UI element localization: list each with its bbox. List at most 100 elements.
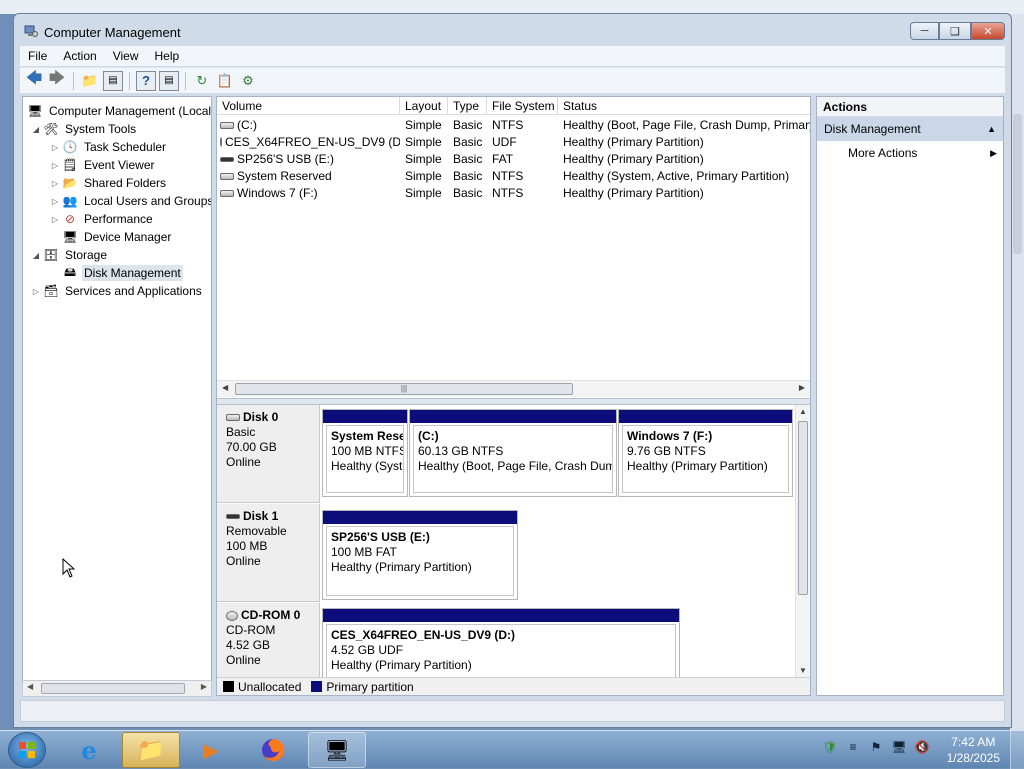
column-header-volume[interactable]: Volume	[217, 97, 400, 115]
scroll-left-icon[interactable]: ◀	[27, 682, 33, 691]
volume-status: Healthy (Primary Partition)	[563, 186, 704, 200]
help-button[interactable]: ?	[136, 70, 156, 91]
partition[interactable]: CES_X64FREO_EN-US_DV9 (D:) 4.52 GB UDF H…	[322, 608, 680, 677]
more-actions-item[interactable]: More Actions ▶	[817, 141, 1003, 165]
tree-item-disk-management[interactable]: 🖴 Disk Management	[60, 264, 183, 282]
tree-item-performance[interactable]: ▷ ⊘ Performance	[50, 210, 155, 228]
tree-item-task-scheduler[interactable]: ▷ 🕓 Task Scheduler	[50, 138, 168, 156]
menu-action[interactable]: Action	[55, 49, 104, 63]
hard-drive-icon	[220, 189, 234, 197]
volume-list-horizontal-scrollbar[interactable]: ◀ ||| ▶	[217, 380, 810, 397]
volume-muted-icon[interactable]: 🔇	[914, 739, 930, 755]
volume-layout: Simple	[405, 118, 442, 132]
tree-horizontal-scrollbar[interactable]: ◀ ▶	[22, 680, 212, 697]
forward-button[interactable]: 🡆	[47, 70, 67, 91]
partition-detail: 4.52 GB UDF	[331, 643, 404, 657]
storage-icon: 🗄	[43, 248, 59, 262]
tree-item-device-manager[interactable]: 🖥 Device Manager	[60, 228, 173, 246]
volume-row[interactable]: Windows 7 (F:) Simple Basic NTFS Healthy…	[217, 185, 810, 202]
column-header-layout[interactable]: Layout	[400, 97, 448, 115]
tree-item-computer-management[interactable]: 🖥 Computer Management (Local	[25, 102, 211, 120]
scroll-right-icon[interactable]: ▶	[799, 383, 805, 392]
collapsed-arrow-icon[interactable]: ▷	[50, 215, 60, 224]
volume-row[interactable]: System Reserved Simple Basic NTFS Health…	[217, 168, 810, 185]
disk-info[interactable]: Disk 0 Basic 70.00 GB Online	[217, 405, 320, 503]
pane-splitter[interactable]	[217, 398, 810, 405]
network-icon[interactable]: 🖥	[891, 739, 907, 755]
close-button[interactable]: ✕	[971, 22, 1005, 40]
menu-view[interactable]: View	[105, 49, 147, 63]
scroll-down-icon[interactable]: ▼	[799, 666, 807, 675]
volume-row[interactable]: SP256'S USB (E:) Simple Basic FAT Health…	[217, 151, 810, 168]
expanded-arrow-icon[interactable]: ◢	[31, 251, 41, 260]
actions-section-disk-management[interactable]: Disk Management ▲	[817, 117, 1003, 141]
security-icon[interactable]: 🛡	[822, 739, 838, 755]
column-header-file-system[interactable]: File System	[487, 97, 558, 115]
legend-unallocated: Unallocated	[223, 680, 301, 694]
taskbar-firefox[interactable]	[244, 732, 302, 768]
volume-row[interactable]: (C:) Simple Basic NTFS Healthy (Boot, Pa…	[217, 117, 810, 134]
tree-item-services-applications[interactable]: ▷ 🗃 Services and Applications	[31, 282, 204, 300]
maximize-button[interactable]: ❑	[939, 22, 971, 40]
volume-status: Healthy (Primary Partition)	[563, 135, 704, 149]
taskbar-computer-management[interactable]: 🖥	[308, 732, 366, 768]
tree-item-label: Local Users and Groups	[84, 194, 212, 208]
taskbar-internet-explorer[interactable]: e	[60, 732, 118, 768]
start-button[interactable]	[8, 732, 46, 768]
disk-settings-button[interactable]: ⚙	[238, 71, 258, 91]
collapsed-arrow-icon[interactable]: ▷	[50, 197, 60, 206]
disk-info[interactable]: Disk 1 Removable 100 MB Online	[217, 504, 320, 602]
taskbar-media-player[interactable]: ▶	[182, 732, 240, 768]
show-hide-action-pane-button[interactable]: ▤	[159, 70, 179, 91]
tree-item-label: Disk Management	[82, 265, 183, 281]
tree-item-system-tools[interactable]: ◢ 🛠 System Tools	[31, 120, 138, 138]
scroll-thumb[interactable]: |||	[235, 383, 573, 395]
column-header-type[interactable]: Type	[448, 97, 487, 115]
action-center-flag-icon[interactable]: ⚑	[868, 739, 884, 755]
volume-name: CES_X64FREO_EN-US_DV9 (D:)	[225, 135, 400, 149]
show-hide-tree-button[interactable]: ▤	[103, 70, 123, 91]
back-button[interactable]: 🡄	[24, 70, 44, 91]
tree-item-event-viewer[interactable]: ▷ 🗒 Event Viewer	[50, 156, 156, 174]
partition[interactable]: (C:) 60.13 GB NTFS Healthy (Boot, Page F…	[409, 409, 617, 497]
disk-info[interactable]: CD-ROM 0 CD-ROM 4.52 GB Online	[217, 603, 320, 677]
tree-item-shared-folders[interactable]: ▷ 📂 Shared Folders	[50, 174, 168, 192]
scroll-up-icon[interactable]: ▲	[799, 407, 807, 416]
properties-button[interactable]: 📋	[215, 71, 235, 91]
hard-drive-icon	[220, 172, 234, 180]
partition-detail: 100 MB FAT	[331, 545, 397, 559]
up-folder-button[interactable]: 📁	[80, 71, 100, 91]
tree-item-local-users[interactable]: ▷ 👥 Local Users and Groups	[50, 192, 212, 210]
column-header-status[interactable]: Status	[558, 97, 810, 115]
refresh-button[interactable]: ↻	[192, 71, 212, 91]
legend-label: Unallocated	[238, 679, 302, 694]
disk-management-pane: Volume Layout Type File System Status (C…	[216, 96, 811, 696]
menu-file[interactable]: File	[20, 49, 55, 63]
title-bar[interactable]: Computer Management ─ ❑ ✕	[14, 14, 1011, 46]
collapsed-arrow-icon[interactable]: ▷	[50, 161, 60, 170]
network-activity-icon[interactable]: ≡	[845, 739, 861, 755]
partition[interactable]: System Rese 100 MB NTFS Healthy (Syste	[322, 409, 408, 497]
menu-help[interactable]: Help	[147, 49, 188, 63]
volume-row[interactable]: CES_X64FREO_EN-US_DV9 (D:) Simple Basic …	[217, 134, 810, 151]
scroll-left-icon[interactable]: ◀	[222, 383, 228, 392]
collapsed-arrow-icon[interactable]: ▷	[31, 287, 41, 296]
tree-item-storage[interactable]: ◢ 🗄 Storage	[31, 246, 109, 264]
partition[interactable]: Windows 7 (F:) 9.76 GB NTFS Healthy (Pri…	[618, 409, 793, 497]
scroll-right-icon[interactable]: ▶	[201, 682, 207, 691]
tree-item-label: Device Manager	[84, 230, 172, 244]
disk-name: Disk 1	[243, 509, 279, 523]
minimize-button[interactable]: ─	[910, 22, 939, 40]
partition[interactable]: SP256'S USB (E:) 100 MB FAT Healthy (Pri…	[322, 510, 518, 600]
expanded-arrow-icon[interactable]: ◢	[31, 125, 41, 134]
close-icon: ✕	[983, 25, 993, 38]
taskbar-clock[interactable]: 7:42 AM 1/28/2025	[947, 734, 1000, 766]
disk-view-vertical-scrollbar[interactable]: ▲ ▼	[795, 405, 810, 677]
collapsed-arrow-icon[interactable]: ▷	[50, 143, 60, 152]
scroll-thumb[interactable]	[798, 421, 808, 595]
clock-time: 7:42 AM	[951, 735, 996, 749]
taskbar-windows-explorer[interactable]: 📁	[122, 732, 180, 768]
collapsed-arrow-icon[interactable]: ▷	[50, 179, 60, 188]
scroll-thumb[interactable]	[41, 683, 185, 694]
show-desktop-button[interactable]	[1010, 731, 1024, 769]
